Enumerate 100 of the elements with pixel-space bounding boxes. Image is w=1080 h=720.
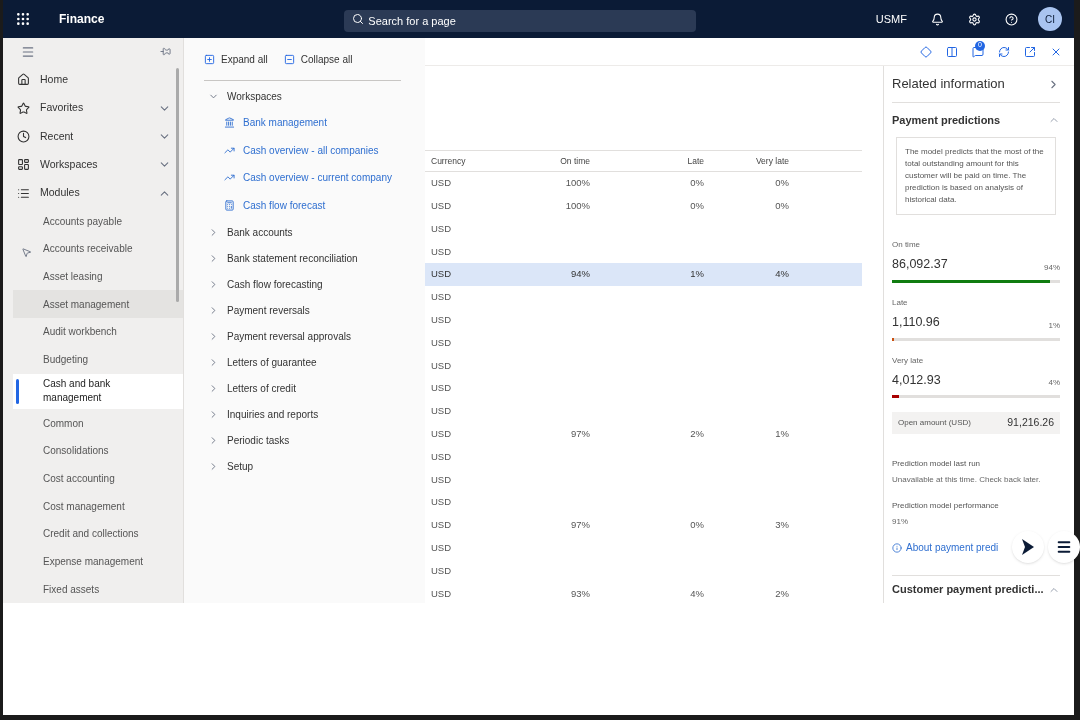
menu-group[interactable]: Setup [204, 453, 401, 479]
table-row[interactable]: USD [425, 217, 862, 241]
table-cell-text: 0% [774, 176, 789, 191]
menu-group[interactable]: Letters of credit [204, 375, 401, 401]
dynamics-logo-button[interactable] [1012, 531, 1044, 564]
expand-all-button[interactable]: Expand all [204, 51, 268, 67]
table-row[interactable]: USD [425, 354, 862, 378]
menu-group[interactable]: Workspaces [204, 83, 401, 109]
table-row[interactable]: USD [425, 399, 862, 423]
menu-group[interactable]: Inquiries and reports [204, 401, 401, 427]
table-row[interactable]: USD [425, 308, 862, 332]
menu-group[interactable]: Bank accounts [204, 219, 401, 245]
table-cell-text: USD [430, 495, 453, 510]
table-row[interactable]: USD 97% 0% 3% [425, 513, 862, 537]
metric-amount: 86,092.37 [892, 256, 948, 273]
last-run-label: Prediction model last run [892, 458, 982, 471]
table-row[interactable]: USD 94% 1% 4% [425, 263, 862, 286]
prediction-description: The model predicts that the most of the total outstanding amount for this customer will be paid on time. The prediction is based on analysis of historical data. [896, 137, 1056, 215]
module-item[interactable]: Consolidations [13, 436, 183, 465]
diamond-icon[interactable] [920, 45, 932, 58]
metric-label: On time [892, 239, 921, 251]
table-cell-text: USD [430, 221, 453, 236]
table-row[interactable]: USD 100% 0% 0% [425, 172, 862, 195]
table-cell-text: USD [430, 427, 453, 442]
table-row[interactable]: USD [425, 468, 862, 492]
table-cell-text: USD [430, 518, 453, 533]
module-item[interactable]: Cash and bank management [13, 373, 183, 410]
module-item[interactable]: Asset leasing [13, 262, 183, 291]
table-cell-text: USD [430, 176, 453, 191]
help-icon[interactable] [1005, 12, 1018, 26]
module-item[interactable]: Budgeting [13, 345, 183, 374]
module-item[interactable]: Cost accounting [13, 464, 183, 493]
table-row[interactable]: USD [425, 240, 862, 264]
module-item[interactable]: Expense management [13, 547, 183, 576]
table-row[interactable]: USD [425, 286, 862, 309]
refresh-icon[interactable] [998, 45, 1010, 58]
column-header[interactable]: Late [590, 154, 704, 168]
column-header[interactable]: Very late [704, 154, 789, 168]
open-new-icon[interactable] [1024, 45, 1036, 58]
menu-group[interactable]: Periodic tasks [204, 427, 401, 453]
menu-icon [1056, 539, 1072, 556]
pin-icon[interactable] [160, 46, 171, 58]
nav-item[interactable]: Favorites [13, 94, 183, 123]
star-icon [17, 101, 30, 115]
user-avatar[interactable]: CI [1038, 7, 1062, 31]
menu-group[interactable]: Cash flow forecasting [204, 271, 401, 297]
table-row[interactable]: USD [425, 491, 862, 514]
column-header[interactable]: On time [535, 154, 590, 168]
module-item[interactable]: Accounts payable [13, 207, 183, 236]
menu-group[interactable]: Payment reversal approvals [204, 323, 401, 349]
workspace-link[interactable]: Cash overview - current company [204, 164, 401, 192]
search-field[interactable]: Search for a page [344, 10, 697, 32]
menu-group[interactable]: Bank statement reconciliation [204, 245, 401, 271]
table-row[interactable]: USD 93% 4% 2% [425, 582, 862, 603]
collapse-all-button[interactable]: Collapse all [283, 51, 353, 67]
menu-group[interactable]: Letters of guarantee [204, 349, 401, 375]
mouse-cursor-icon [21, 247, 32, 258]
settings-icon[interactable] [968, 12, 981, 26]
module-item[interactable]: Common [13, 409, 183, 437]
module-item[interactable]: Asset management [13, 290, 183, 319]
notifications-icon[interactable] [931, 12, 944, 26]
section-title[interactable]: Payment predictions [892, 111, 1001, 129]
table-row[interactable]: USD 100% 0% 0% [425, 194, 862, 218]
module-item[interactable]: Credit and collections [13, 519, 183, 548]
nav-item[interactable]: Workspaces [13, 150, 183, 180]
module-item[interactable]: Audit workbench [13, 318, 183, 346]
module-item[interactable]: Fixed assets [13, 575, 183, 603]
table-cell-text: USD [430, 586, 453, 601]
table-row[interactable]: USD [425, 559, 862, 583]
table-row[interactable]: USD [425, 536, 862, 560]
menu-icon[interactable] [21, 44, 35, 59]
workspace-link[interactable]: Cash flow forecast [204, 191, 401, 219]
section-title[interactable]: Customer payment predicti... [892, 581, 1044, 598]
columns-icon[interactable] [946, 45, 958, 58]
nav-item[interactable]: Modules [13, 179, 183, 208]
table-row[interactable]: USD [425, 377, 862, 400]
about-link[interactable]: About payment predi [906, 540, 999, 556]
nav-item[interactable]: Home [13, 65, 183, 94]
app-launcher-icon[interactable] [15, 11, 31, 27]
nav-item[interactable]: Recent [13, 122, 183, 151]
menu-button[interactable] [1048, 531, 1080, 564]
workspace-link[interactable]: Bank management [204, 109, 401, 137]
module-item[interactable]: Cost management [13, 492, 183, 520]
table-cell-text: USD [430, 244, 453, 259]
metric-percent: 1% [1048, 319, 1060, 332]
table-cell-text: USD [430, 267, 453, 282]
company-label[interactable]: USMF [875, 10, 907, 28]
bank-icon [224, 117, 235, 129]
table-cell-text: 0% [774, 199, 789, 214]
workspace-link[interactable]: Cash overview - all companies [204, 136, 401, 164]
table-row[interactable]: USD [425, 445, 862, 469]
table-cell-text: 100% [564, 199, 590, 214]
table-cell-text: 4% [774, 267, 789, 282]
table-row[interactable]: USD 97% 2% 1% [425, 422, 862, 446]
module-item[interactable]: Accounts receivable [13, 235, 183, 263]
metric-percent: 4% [1048, 377, 1060, 390]
column-header[interactable]: Currency [425, 154, 535, 168]
table-row[interactable]: USD [425, 331, 862, 355]
table-cell-text: 1% [689, 267, 704, 282]
menu-group[interactable]: Payment reversals [204, 297, 401, 323]
